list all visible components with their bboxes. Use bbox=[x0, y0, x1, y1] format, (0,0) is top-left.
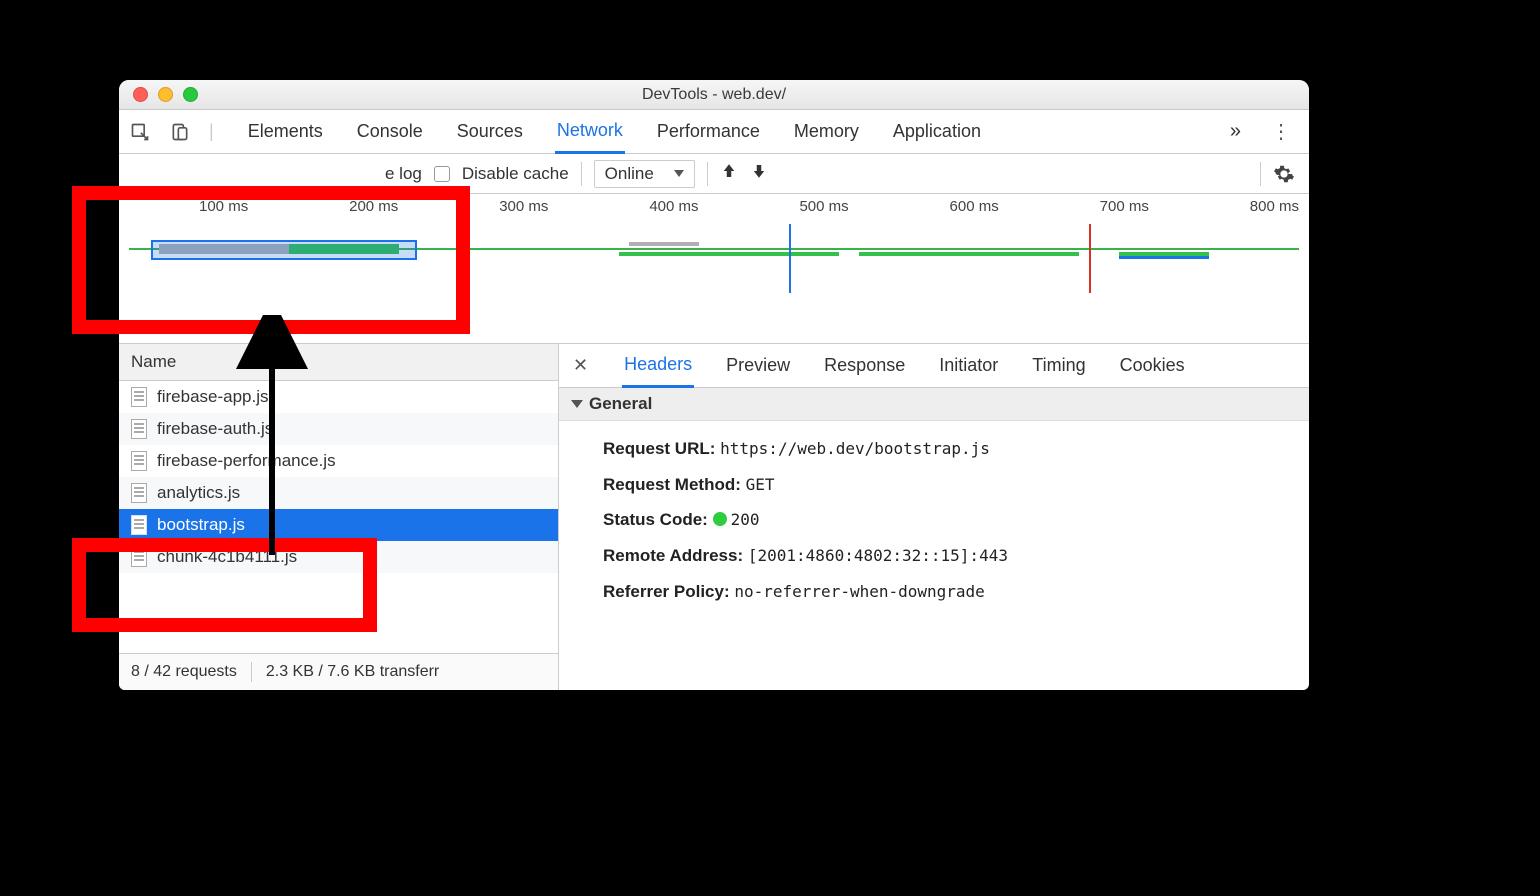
tick: 400 ms bbox=[649, 198, 698, 215]
remote-address-value: [2001:4860:4802:32::15]:443 bbox=[748, 546, 1008, 565]
request-name: bootstrap.js bbox=[157, 515, 245, 535]
chevron-down-icon bbox=[571, 400, 583, 408]
tick: 800 ms bbox=[1250, 198, 1299, 215]
request-name: firebase-auth.js bbox=[157, 419, 273, 439]
request-url-label: Request URL: bbox=[603, 439, 715, 458]
inspect-icon[interactable] bbox=[129, 121, 151, 143]
request-row[interactable]: chunk-4c1b4111.js bbox=[119, 541, 558, 573]
tab-timing[interactable]: Timing bbox=[1030, 345, 1087, 386]
throttling-value: Online bbox=[605, 164, 654, 184]
tick: 700 ms bbox=[1100, 198, 1149, 215]
status-code-label: Status Code: bbox=[603, 510, 708, 529]
status-code-value: 200 bbox=[731, 510, 760, 529]
tick: 500 ms bbox=[799, 198, 848, 215]
file-icon bbox=[131, 387, 147, 407]
request-detail-pane: ✕ Headers Preview Response Initiator Tim… bbox=[559, 344, 1309, 690]
request-name: firebase-app.js bbox=[157, 387, 269, 407]
request-list-pane: Name firebase-app.js firebase-auth.js fi… bbox=[119, 344, 559, 690]
detail-tabs: ✕ Headers Preview Response Initiator Tim… bbox=[559, 344, 1309, 388]
request-method-value: GET bbox=[746, 475, 775, 494]
disable-cache-checkbox[interactable] bbox=[434, 166, 450, 182]
general-kv-list: Request URL: https://web.dev/bootstrap.j… bbox=[559, 421, 1309, 619]
gear-icon[interactable] bbox=[1273, 163, 1295, 185]
tick: 600 ms bbox=[950, 198, 999, 215]
upload-har-icon[interactable] bbox=[720, 162, 738, 186]
tab-application[interactable]: Application bbox=[891, 111, 983, 152]
chevron-down-icon bbox=[674, 170, 684, 177]
name-column-header[interactable]: Name bbox=[119, 344, 558, 381]
disable-cache-label: Disable cache bbox=[462, 164, 569, 184]
window-title: DevTools - web.dev/ bbox=[119, 86, 1309, 104]
request-row[interactable]: firebase-auth.js bbox=[119, 413, 558, 445]
tab-headers[interactable]: Headers bbox=[622, 344, 694, 388]
tab-performance[interactable]: Performance bbox=[655, 111, 762, 152]
request-row[interactable]: firebase-app.js bbox=[119, 381, 558, 413]
request-url-value: https://web.dev/bootstrap.js bbox=[720, 439, 990, 458]
zoom-icon[interactable] bbox=[183, 87, 198, 102]
file-icon bbox=[131, 419, 147, 439]
general-section-header[interactable]: General bbox=[559, 388, 1309, 421]
tab-initiator[interactable]: Initiator bbox=[937, 345, 1000, 386]
general-label: General bbox=[589, 394, 652, 414]
referrer-policy-value: no-referrer-when-downgrade bbox=[734, 582, 984, 601]
file-icon bbox=[131, 547, 147, 567]
preserve-log-label: e log bbox=[385, 164, 422, 184]
network-toolbar: e log Disable cache Online bbox=[119, 154, 1309, 194]
tab-response[interactable]: Response bbox=[822, 345, 907, 386]
kebab-menu-icon[interactable]: ⋮ bbox=[1263, 119, 1299, 144]
tab-cookies[interactable]: Cookies bbox=[1118, 345, 1187, 386]
remote-address-label: Remote Address: bbox=[603, 546, 743, 565]
panel-tabs: Elements Console Sources Network Perform… bbox=[232, 110, 983, 154]
timeline-ticks: 100 ms 200 ms 300 ms 400 ms 500 ms 600 m… bbox=[119, 198, 1309, 215]
referrer-policy-label: Referrer Policy: bbox=[603, 582, 730, 601]
request-name: chunk-4c1b4111.js bbox=[157, 547, 297, 567]
tab-preview[interactable]: Preview bbox=[724, 345, 792, 386]
status-transfer: 2.3 KB / 7.6 KB transferr bbox=[266, 663, 439, 681]
request-row-selected[interactable]: bootstrap.js bbox=[119, 509, 558, 541]
tick: 100 ms bbox=[199, 198, 248, 215]
tab-elements[interactable]: Elements bbox=[246, 111, 325, 152]
request-row[interactable]: analytics.js bbox=[119, 477, 558, 509]
tab-console[interactable]: Console bbox=[355, 111, 425, 152]
timeline-overview[interactable]: 100 ms 200 ms 300 ms 400 ms 500 ms 600 m… bbox=[119, 194, 1309, 344]
traffic-lights bbox=[119, 87, 198, 102]
tick: 300 ms bbox=[499, 198, 548, 215]
status-bar: 8 / 42 requests 2.3 KB / 7.6 KB transfer… bbox=[119, 653, 558, 690]
request-name: firebase-performance.js bbox=[157, 451, 336, 471]
close-icon[interactable]: ✕ bbox=[573, 355, 592, 376]
close-icon[interactable] bbox=[133, 87, 148, 102]
status-requests: 8 / 42 requests bbox=[131, 663, 237, 681]
request-row[interactable]: firebase-performance.js bbox=[119, 445, 558, 477]
tick: 200 ms bbox=[349, 198, 398, 215]
overflow-tabs-icon[interactable]: » bbox=[1230, 120, 1241, 143]
request-name: analytics.js bbox=[157, 483, 240, 503]
tab-network[interactable]: Network bbox=[555, 110, 625, 154]
file-icon bbox=[131, 515, 147, 535]
download-har-icon[interactable] bbox=[750, 162, 768, 186]
status-dot-icon bbox=[713, 512, 727, 526]
minimize-icon[interactable] bbox=[158, 87, 173, 102]
throttling-select[interactable]: Online bbox=[594, 160, 695, 188]
device-toggle-icon[interactable] bbox=[169, 121, 191, 143]
tab-sources[interactable]: Sources bbox=[455, 111, 525, 152]
request-method-label: Request Method: bbox=[603, 475, 741, 494]
tab-memory[interactable]: Memory bbox=[792, 111, 861, 152]
devtools-window: DevTools - web.dev/ | Elements Console S… bbox=[119, 80, 1309, 690]
file-icon bbox=[131, 451, 147, 471]
network-body: Name firebase-app.js firebase-auth.js fi… bbox=[119, 344, 1309, 690]
titlebar: DevTools - web.dev/ bbox=[119, 80, 1309, 110]
panel-tabs-row: | Elements Console Sources Network Perfo… bbox=[119, 110, 1309, 154]
request-list: firebase-app.js firebase-auth.js firebas… bbox=[119, 381, 558, 653]
file-icon bbox=[131, 483, 147, 503]
